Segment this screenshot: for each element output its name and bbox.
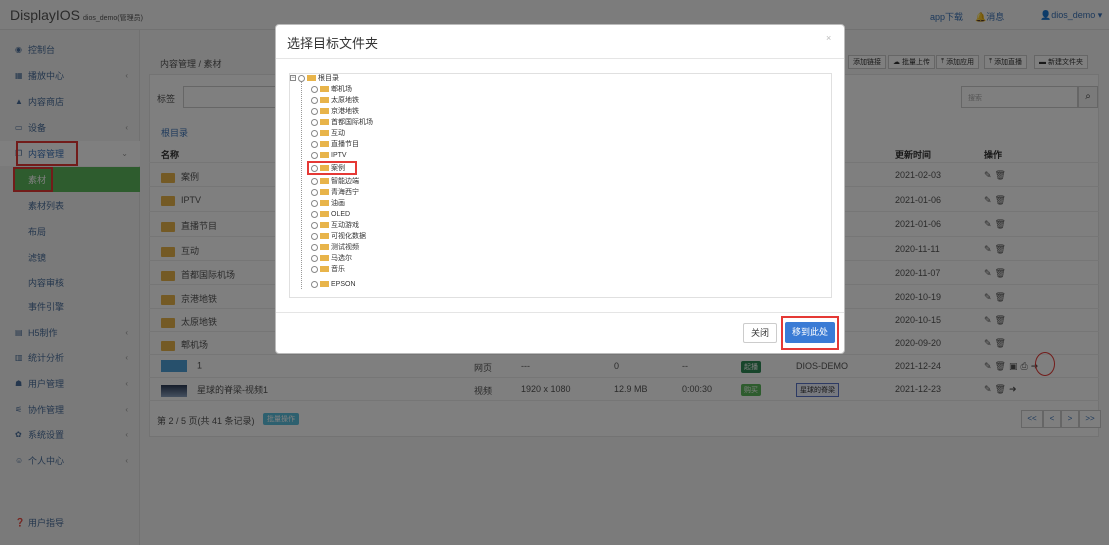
folder-icon [320, 189, 329, 195]
tree-node[interactable]: 直播节目 [311, 140, 359, 148]
tree-node[interactable]: 郫机场 [311, 85, 352, 93]
tree-node-label: 青海西宁 [331, 189, 359, 196]
folder-icon [320, 97, 329, 103]
tree-node[interactable]: 测试视频 [311, 243, 359, 251]
tree-node-label: 马选尔 [331, 255, 352, 262]
folder-icon [320, 130, 329, 136]
radio-button[interactable] [311, 280, 318, 288]
modal-footer-divider [276, 312, 844, 313]
tree-node-label: IPTV [331, 151, 347, 159]
radio-button[interactable] [311, 243, 318, 251]
radio-button[interactable] [298, 74, 305, 82]
tree-node-label: 智能边端 [331, 178, 359, 185]
tree-node-label: 首都国际机场 [331, 119, 373, 126]
radio-button[interactable] [311, 210, 318, 218]
radio-button[interactable] [311, 254, 318, 262]
radio-button[interactable] [311, 107, 318, 115]
tree-node[interactable]: 马选尔 [311, 254, 352, 262]
tree-node[interactable]: 互动 [311, 129, 345, 137]
highlight-move-button [781, 316, 839, 350]
folder-icon [320, 244, 329, 250]
tree-node[interactable]: IPTV [311, 151, 347, 159]
folder-icon [320, 200, 329, 206]
radio-button[interactable] [311, 85, 318, 93]
radio-button[interactable] [311, 118, 318, 126]
tree-node[interactable]: 青海西宁 [311, 188, 359, 196]
close-button[interactable]: 关闭 [743, 323, 777, 343]
tree-node[interactable]: OLED [311, 210, 350, 218]
radio-button[interactable] [311, 199, 318, 207]
tree-node-label: 可视化数据 [331, 233, 366, 240]
radio-button[interactable] [311, 221, 318, 229]
tree-node-label: EPSON [331, 280, 356, 288]
radio-button[interactable] [311, 265, 318, 273]
radio-button[interactable] [311, 177, 318, 185]
folder-icon [320, 281, 329, 287]
folder-icon [320, 119, 329, 125]
radio-button[interactable] [311, 129, 318, 137]
folder-icon [320, 266, 329, 272]
tree-node-label: 郫机场 [331, 86, 352, 93]
tree-node-label: 测试视频 [331, 244, 359, 251]
tree-node[interactable]: 智能边端 [311, 177, 359, 185]
radio-button[interactable] [311, 96, 318, 104]
folder-icon [320, 152, 329, 158]
tree-node[interactable]: EPSON [311, 280, 356, 288]
modal-header-divider [276, 58, 844, 59]
tree-node[interactable]: 首都国际机场 [311, 118, 373, 126]
folder-tree [289, 73, 832, 298]
folder-icon [320, 178, 329, 184]
tree-node[interactable]: 音乐 [311, 265, 345, 273]
folder-icon [320, 255, 329, 261]
tree-node-label: OLED [331, 210, 351, 218]
folder-icon [320, 222, 329, 228]
folder-icon [320, 86, 329, 92]
modal-title: 选择目标文件夹 [287, 36, 379, 51]
radio-button[interactable] [311, 140, 318, 148]
collapse-icon[interactable]: − [290, 75, 296, 81]
tree-node-root[interactable]: − 根目录 [290, 74, 339, 82]
tree-node-label: 直播节目 [331, 141, 359, 148]
folder-icon [320, 233, 329, 239]
tree-node[interactable]: 油画 [311, 199, 345, 207]
close-icon[interactable]: × [826, 33, 831, 43]
highlight-case-folder [307, 161, 357, 175]
folder-icon [307, 75, 316, 81]
folder-icon [320, 211, 329, 217]
tree-node[interactable]: 可视化数据 [311, 232, 366, 240]
folder-icon [320, 141, 329, 147]
tree-node-label: 京港地铁 [331, 108, 359, 115]
radio-button[interactable] [311, 151, 318, 159]
tree-node[interactable]: 互动游戏 [311, 221, 359, 229]
tree-node[interactable]: 太原地铁 [311, 96, 359, 104]
tree-node-label: 互动 [331, 130, 345, 137]
tree-node-label: 音乐 [331, 266, 345, 273]
radio-button[interactable] [311, 188, 318, 196]
tree-node-label: 油画 [331, 200, 345, 207]
tree-node-label: 互动游戏 [331, 222, 359, 229]
folder-icon [320, 108, 329, 114]
tree-connector [301, 82, 302, 289]
tree-node[interactable]: 京港地铁 [311, 107, 359, 115]
radio-button[interactable] [311, 232, 318, 240]
tree-node-label: 太原地铁 [331, 97, 359, 104]
tree-node-label: 根目录 [318, 75, 339, 82]
